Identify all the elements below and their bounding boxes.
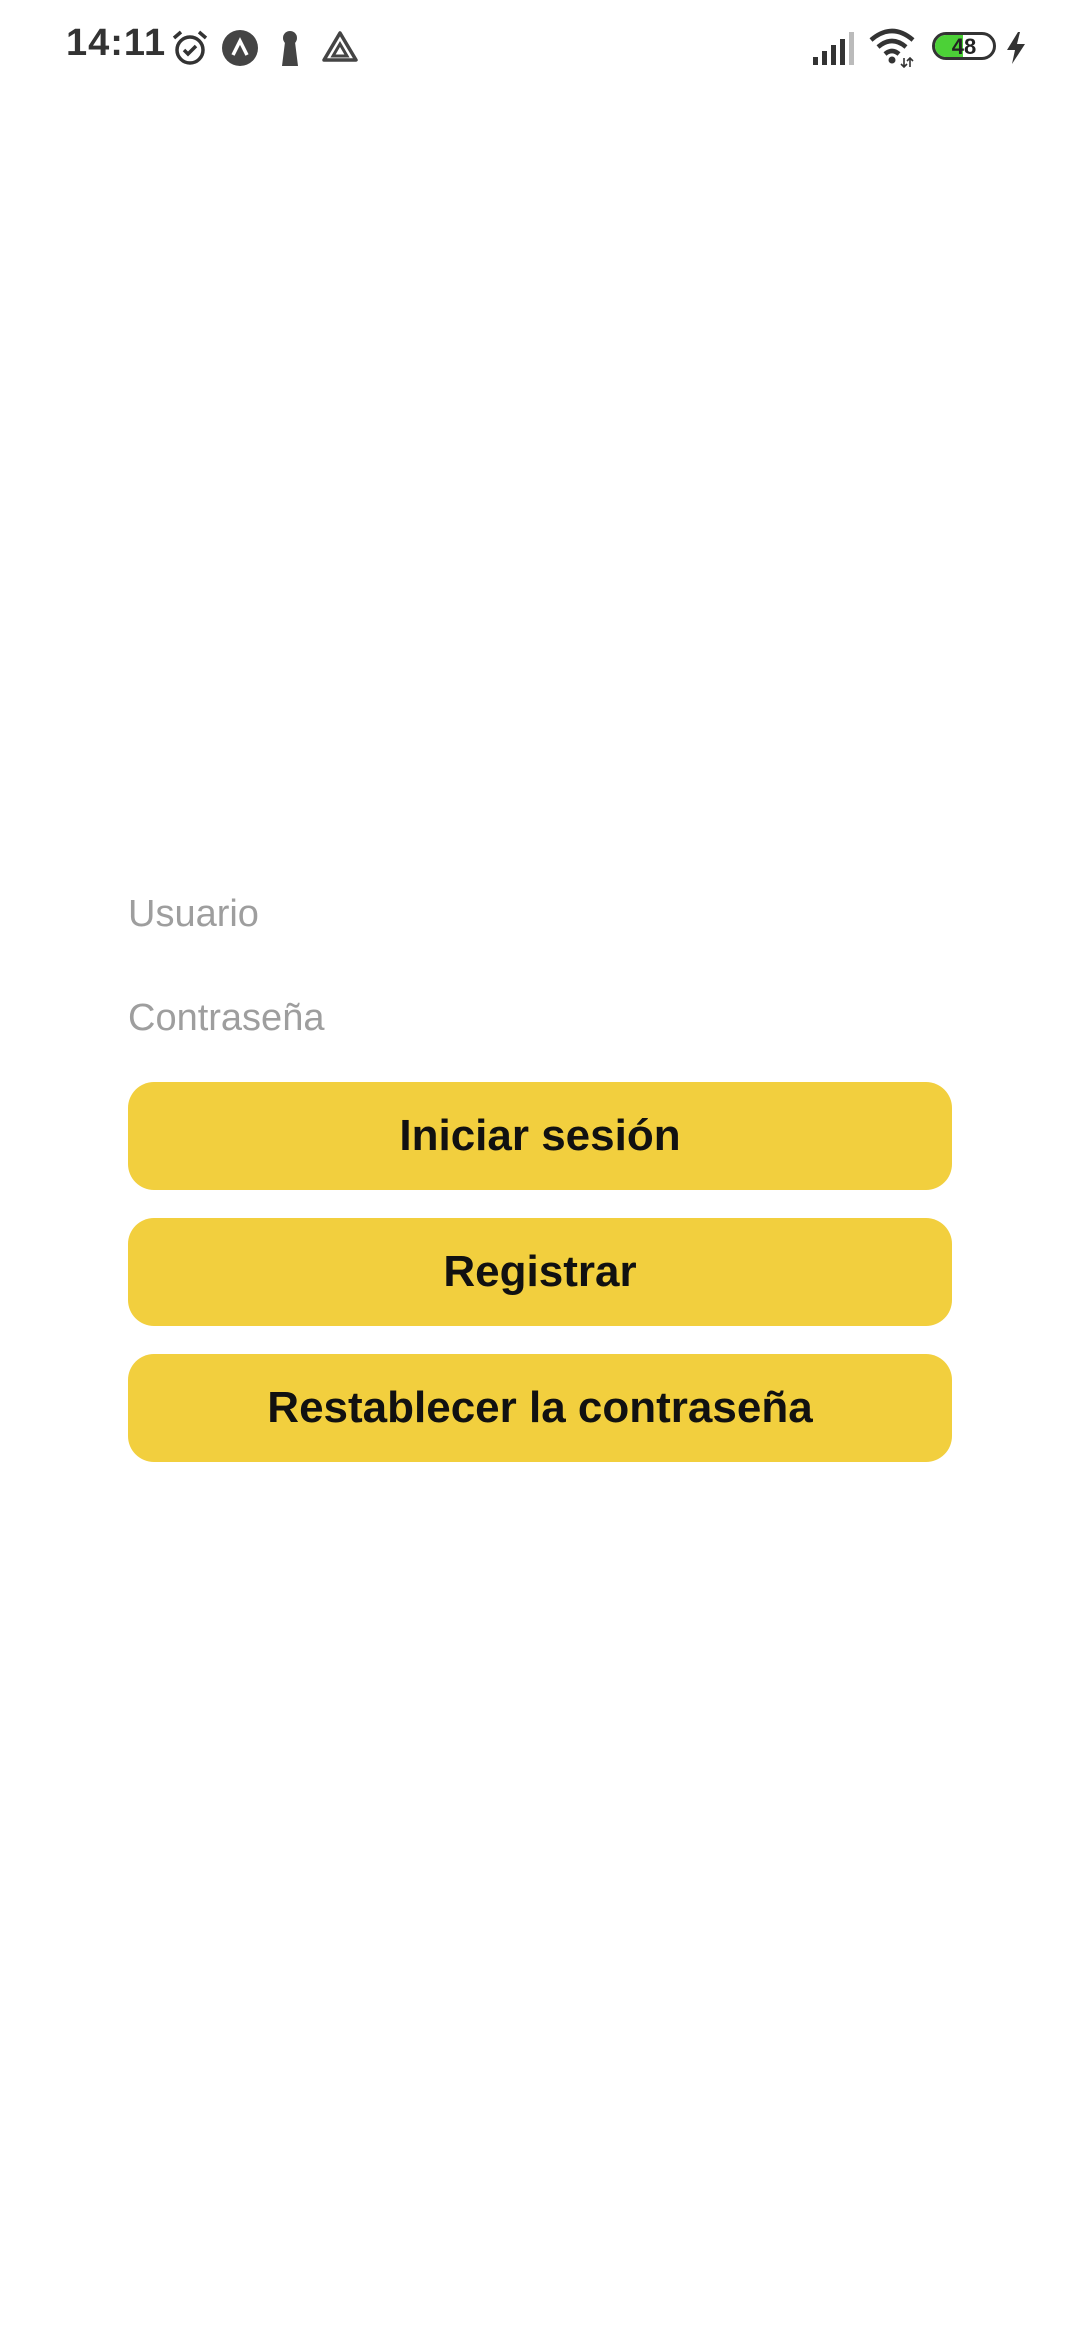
app-a-icon [222, 30, 258, 66]
battery-icon: 48 [932, 32, 996, 60]
register-button[interactable]: Registrar [128, 1218, 952, 1326]
username-field[interactable] [128, 874, 952, 954]
drive-icon [322, 31, 358, 62]
signal-icon [813, 32, 854, 65]
password-field[interactable] [128, 978, 952, 1058]
wifi-icon [869, 28, 915, 68]
status-bar: 14:11 48 [0, 0, 1080, 96]
alarm-icon [172, 30, 208, 65]
status-time: 14:11 [66, 22, 167, 64]
reset-password-button[interactable]: Restablecer la contraseña [128, 1354, 952, 1462]
keyhole-icon [282, 31, 298, 66]
login-button[interactable]: Iniciar sesión [128, 1082, 952, 1190]
charging-icon [1007, 32, 1025, 64]
battery-level-text: 48 [951, 34, 977, 59]
